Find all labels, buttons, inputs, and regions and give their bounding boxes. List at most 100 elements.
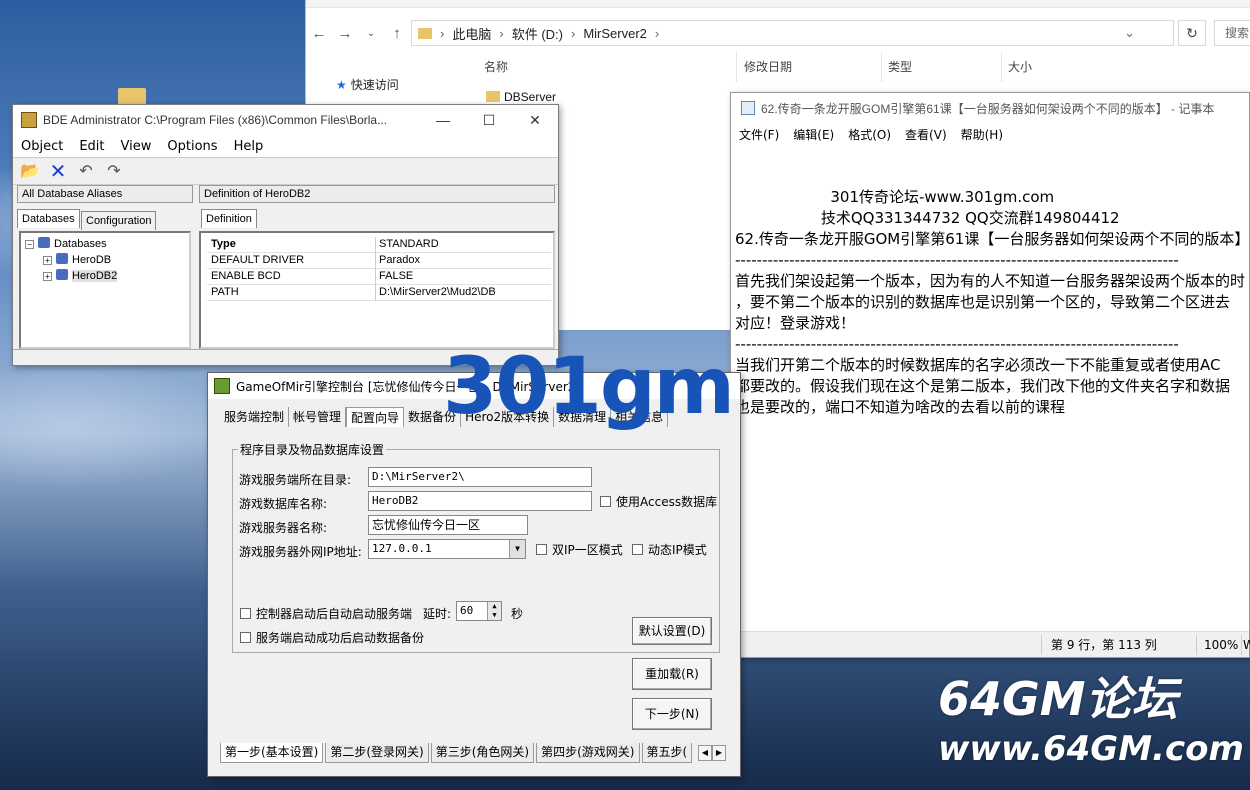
zoom-level: 100%: [1204, 638, 1239, 652]
table-row[interactable]: DEFAULT DRIVER Paradox: [207, 253, 551, 269]
list-item[interactable]: DBServer: [486, 90, 556, 104]
reload-button[interactable]: 重加载(R): [632, 658, 712, 690]
menu-file[interactable]: 文件(F): [739, 126, 779, 143]
collapse-icon[interactable]: −: [25, 240, 34, 249]
tab-server-control[interactable]: 服务端控制: [220, 407, 290, 427]
tree-item-herodb2[interactable]: + HeroDB2: [43, 269, 118, 282]
delete-icon[interactable]: ✕: [47, 161, 69, 181]
column-date[interactable]: 修改日期: [744, 58, 792, 80]
menu-edit[interactable]: 编辑(E): [793, 126, 834, 143]
server-name-input[interactable]: 忘忧修仙传今日一区: [368, 515, 528, 535]
watermark-64gm: 64GM论坛 www.64GM.com: [938, 672, 1244, 772]
step-tabs: 第一步(基本设置) 第二步(登录网关) 第三步(角色网关) 第四步(游戏网关) …: [220, 743, 694, 763]
tab-step-5[interactable]: 第五步(: [641, 743, 693, 763]
title-bar: 62.传奇一条龙开服GOM引擎第61课【一台服务器如何架设两个不同的版本】 - …: [731, 93, 1249, 123]
menu-format[interactable]: 格式(O): [848, 126, 891, 143]
menu-help[interactable]: 帮助(H): [961, 126, 1003, 143]
redo-icon[interactable]: ↷: [103, 161, 125, 181]
refresh-button[interactable]: ↻: [1178, 20, 1206, 46]
tab-step-4[interactable]: 第四步(游戏网关): [536, 743, 640, 763]
prop-value: FALSE: [379, 270, 414, 282]
chevron-right-icon: ›: [499, 25, 504, 41]
prop-value: STANDARD: [379, 238, 439, 250]
tab-configuration[interactable]: Configuration: [81, 211, 157, 230]
checkbox-box[interactable]: [600, 496, 611, 507]
chevron-right-icon: ›: [654, 25, 660, 41]
maximize-icon[interactable]: ☐: [466, 105, 512, 135]
breadcrumb-item[interactable]: 此电脑: [452, 24, 491, 43]
menu-bar: Object Edit View Options Help: [13, 135, 558, 157]
access-db-checkbox[interactable]: 使用Access数据库: [600, 493, 717, 510]
db-name-label: 游戏数据库名称:: [239, 497, 328, 511]
quick-access-item[interactable]: ★ 快速访问: [336, 76, 399, 93]
menu-view[interactable]: 查看(V): [905, 126, 947, 143]
checkbox-box[interactable]: [536, 544, 547, 555]
column-name[interactable]: 名称: [484, 58, 508, 80]
tab-step-3[interactable]: 第三步(角色网关): [430, 743, 535, 763]
server-dir-input[interactable]: D:\MirServer2\: [368, 467, 592, 487]
expand-icon[interactable]: +: [43, 256, 52, 265]
tree-item-herodb[interactable]: + HeroDB: [43, 253, 111, 266]
column-separator: [881, 52, 882, 82]
scroll-left-icon[interactable]: ◀: [698, 745, 712, 761]
tab-step-1[interactable]: 第一步(基本设置): [220, 743, 324, 763]
tree-root[interactable]: − Databases: [25, 237, 107, 250]
db-name-input[interactable]: HeroDB2: [368, 491, 592, 511]
tab-step-2[interactable]: 第二步(登录网关): [325, 743, 429, 763]
dropdown-arrow-icon[interactable]: ▼: [509, 540, 525, 558]
recent-chevron-icon[interactable]: ⌄: [358, 28, 384, 39]
close-icon[interactable]: ✕: [512, 105, 558, 135]
checkbox-box[interactable]: [240, 608, 251, 619]
menu-options[interactable]: Options: [167, 139, 217, 154]
scroll-right-icon[interactable]: ▶: [712, 745, 726, 761]
column-type[interactable]: 类型: [888, 58, 912, 80]
back-arrow-icon[interactable]: ←: [306, 25, 332, 42]
cursor-position: 第 9 行，第 113 列: [1051, 638, 1157, 652]
checkbox-label: 使用Access数据库: [616, 495, 718, 509]
checkbox-box[interactable]: [240, 632, 251, 643]
breadcrumb-item[interactable]: MirServer2: [583, 26, 647, 41]
menu-help[interactable]: Help: [234, 139, 264, 154]
dynamic-ip-checkbox[interactable]: 动态IP模式: [632, 541, 707, 558]
notepad-icon: [741, 101, 755, 115]
expand-icon[interactable]: +: [43, 272, 52, 281]
minimize-icon[interactable]: —: [420, 105, 466, 135]
folder-icon: [486, 91, 500, 102]
open-folder-icon[interactable]: 📂: [19, 161, 41, 181]
auto-start-checkbox[interactable]: 控制器启动后自动启动服务端: [240, 605, 412, 622]
tab-config-wizard[interactable]: 配置向导: [346, 407, 405, 427]
table-row[interactable]: PATH D:\MirServer2\Mud2\DB: [207, 285, 551, 301]
forward-arrow-icon[interactable]: →: [332, 25, 358, 42]
breadcrumb-item[interactable]: 软件 (D:): [512, 24, 563, 43]
delay-stepper[interactable]: 60 ▲ ▼: [456, 601, 502, 621]
menu-object[interactable]: Object: [21, 139, 63, 154]
window-title: BDE Administrator C:\Program Files (x86)…: [43, 113, 388, 127]
menu-view[interactable]: View: [121, 139, 152, 154]
status-divider: [1041, 635, 1042, 655]
address-bar[interactable]: › 此电脑 › 软件 (D:) › MirServer2 › ⌄: [411, 20, 1174, 46]
table-row[interactable]: Type STANDARD: [207, 237, 551, 253]
chevron-down-icon[interactable]: ⌄: [1124, 25, 1135, 41]
search-input[interactable]: 搜索: [1214, 20, 1250, 46]
next-step-button[interactable]: 下一步(N): [632, 698, 712, 730]
text-editor[interactable]: 301传奇论坛-www.301gm.com 技术QQ331344732 QQ交流…: [735, 145, 1245, 633]
up-arrow-icon[interactable]: ↑: [384, 25, 410, 42]
tab-databases[interactable]: Databases: [17, 209, 80, 228]
auto-backup-checkbox[interactable]: 服务端启动成功后启动数据备份: [240, 629, 424, 646]
folder-icon: [418, 27, 432, 39]
undo-icon[interactable]: ↶: [75, 161, 97, 181]
window-title: 62.传奇一条龙开服GOM引擎第61课【一台服务器如何架设两个不同的版本】 - …: [761, 101, 1215, 116]
tab-account[interactable]: 帐号管理: [289, 407, 347, 427]
group-label: 程序目录及物品数据库设置: [238, 441, 387, 458]
default-settings-button[interactable]: 默认设置(D): [632, 617, 712, 645]
address-row: ← → ⌄ ↑ › 此电脑 › 软件 (D:) › MirServer2 › ⌄…: [306, 18, 1250, 48]
ip-select[interactable]: 127.0.0.1 ▼: [368, 539, 526, 559]
tab-definition[interactable]: Definition: [201, 209, 257, 228]
database-icon: [56, 269, 68, 280]
menu-edit[interactable]: Edit: [79, 139, 104, 154]
checkbox-box[interactable]: [632, 544, 643, 555]
column-size[interactable]: 大小: [1008, 58, 1032, 80]
table-row[interactable]: ENABLE BCD FALSE: [207, 269, 551, 285]
spin-arrows-icon[interactable]: ▲ ▼: [487, 602, 501, 620]
dual-ip-checkbox[interactable]: 双IP一区模式: [536, 541, 623, 558]
